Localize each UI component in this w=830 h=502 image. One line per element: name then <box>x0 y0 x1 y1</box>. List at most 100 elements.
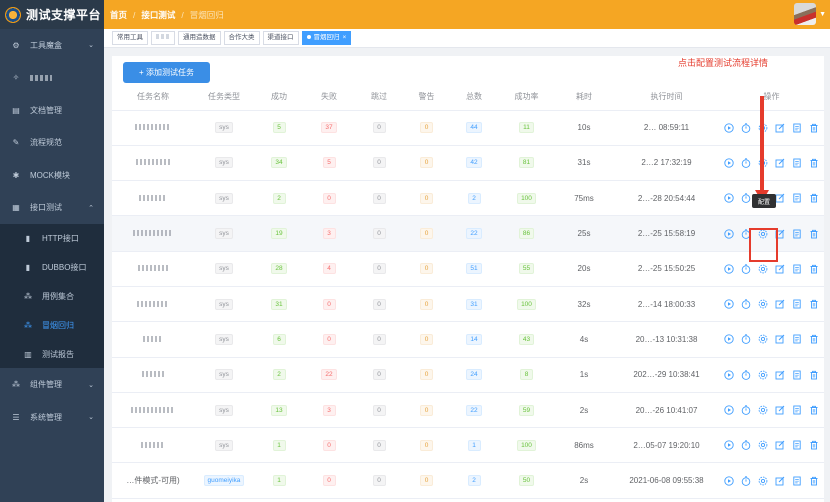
report-icon[interactable] <box>792 263 803 274</box>
breadcrumb-api-test[interactable]: 接口测试 <box>141 9 175 21</box>
table-row: sys 6 0 0 0 14 43 4s 20…-13 10:31:38 <box>112 321 824 358</box>
delete-icon[interactable] <box>809 334 820 345</box>
sidebar-item-mock[interactable]: ✱ MOCK模块 <box>0 159 104 192</box>
play-icon[interactable] <box>724 263 735 274</box>
delete-icon[interactable] <box>809 369 820 380</box>
breadcrumb-home[interactable]: 首页 <box>110 9 127 21</box>
play-icon[interactable] <box>724 193 735 204</box>
delete-icon[interactable] <box>809 263 820 274</box>
report-icon[interactable] <box>792 440 803 451</box>
fail-badge: 22 <box>321 369 337 381</box>
delete-icon[interactable] <box>809 122 820 133</box>
tag-redacted[interactable] <box>151 31 175 45</box>
caret-down-icon[interactable]: ▼ <box>819 11 826 18</box>
rate-cell: 11 <box>499 110 554 146</box>
play-icon[interactable] <box>724 228 735 239</box>
timer-icon[interactable] <box>741 122 752 133</box>
edit-icon[interactable] <box>775 405 786 416</box>
timer-icon[interactable] <box>741 475 752 486</box>
edit-icon[interactable] <box>775 369 786 380</box>
sidebar-item-process[interactable]: ✎ 流程规范 <box>0 127 104 160</box>
sidebar-item-smoke-regression[interactable]: ⁂ 冒烟回归 <box>0 311 104 340</box>
settings-icon[interactable] <box>758 334 769 345</box>
timer-icon[interactable] <box>741 440 752 451</box>
delete-icon[interactable] <box>809 475 820 486</box>
edit-icon[interactable] <box>775 193 786 204</box>
add-task-button[interactable]: + 添加测试任务 <box>123 62 210 83</box>
edit-icon[interactable] <box>775 157 786 168</box>
report-icon[interactable] <box>792 228 803 239</box>
sidebar-item-case-set[interactable]: ⁂ 用例集合 <box>0 282 104 311</box>
chevron-up-icon: ⌃ <box>88 204 94 212</box>
edit-icon[interactable] <box>775 440 786 451</box>
sidebar-item-system[interactable]: ☰ 系统管理 ⌄ <box>0 401 104 434</box>
tag-partner[interactable]: 合作大类 <box>223 31 260 45</box>
settings-icon[interactable] <box>758 263 769 274</box>
timer-icon[interactable] <box>741 193 752 204</box>
timer-icon[interactable] <box>741 405 752 416</box>
tree-icon: ⁂ <box>24 320 32 330</box>
skip-badge: 0 <box>372 439 386 451</box>
close-icon[interactable]: × <box>343 34 347 41</box>
delete-icon[interactable] <box>809 299 820 310</box>
success-cell: 2 <box>254 357 304 393</box>
sidebar-item-http[interactable]: ▮ HTTP接口 <box>0 224 104 253</box>
play-icon[interactable] <box>724 299 735 310</box>
col-name: 任务名称 <box>112 83 194 111</box>
brand[interactable]: 测试支撑平台 <box>0 0 104 29</box>
play-icon[interactable] <box>724 405 735 416</box>
sidebar-item-dubbo[interactable]: ▮ DUBBO接口 <box>0 253 104 282</box>
tag-channel-api[interactable]: 渠道接口 <box>262 31 299 45</box>
sidebar-item-toolbox[interactable]: ⚙ 工具魔盒 ⌄ <box>0 29 104 62</box>
report-icon[interactable] <box>792 369 803 380</box>
task-name <box>112 286 194 323</box>
user-menu[interactable]: ▼ <box>794 3 826 25</box>
fail-cell: 0 <box>304 321 354 358</box>
edit-icon[interactable] <box>775 334 786 345</box>
report-icon[interactable] <box>792 122 803 133</box>
edit-icon[interactable] <box>775 299 786 310</box>
timer-icon[interactable] <box>741 263 752 274</box>
sidebar-item-redacted[interactable]: ✧ <box>0 62 104 95</box>
delete-icon[interactable] <box>809 228 820 239</box>
report-icon[interactable] <box>792 405 803 416</box>
sidebar-item-label: 冒烟回归 <box>42 320 74 330</box>
report-icon[interactable] <box>792 475 803 486</box>
report-icon[interactable] <box>792 193 803 204</box>
sidebar-item-components[interactable]: ⁂ 组件管理 ⌄ <box>0 368 104 401</box>
timer-icon[interactable] <box>741 299 752 310</box>
delete-icon[interactable] <box>809 440 820 451</box>
delete-icon[interactable] <box>809 193 820 204</box>
settings-icon[interactable] <box>758 369 769 380</box>
play-icon[interactable] <box>724 440 735 451</box>
edit-icon[interactable] <box>775 475 786 486</box>
play-icon[interactable] <box>724 334 735 345</box>
tag-data-gen[interactable]: 通用造数据 <box>178 31 221 45</box>
tag-smoke-regression[interactable]: 冒烟回归 × <box>301 31 352 45</box>
timer-icon[interactable] <box>741 334 752 345</box>
timer-icon[interactable] <box>741 369 752 380</box>
delete-icon[interactable] <box>809 405 820 416</box>
settings-icon[interactable] <box>758 440 769 451</box>
play-icon[interactable] <box>724 475 735 486</box>
report-icon[interactable] <box>792 334 803 345</box>
sidebar-item-test-report[interactable]: ▥ 测试报告 <box>0 340 104 369</box>
play-icon[interactable] <box>724 369 735 380</box>
report-icon[interactable] <box>792 299 803 310</box>
delete-icon[interactable] <box>809 157 820 168</box>
edit-icon[interactable] <box>775 122 786 133</box>
total-badge: 22 <box>466 228 482 240</box>
tag-tools[interactable]: 常用工具 <box>112 31 148 45</box>
play-icon[interactable] <box>724 157 735 168</box>
sidebar-item-docs[interactable]: ▤ 文档管理 <box>0 94 104 127</box>
timer-icon[interactable] <box>741 157 752 168</box>
task-name <box>112 251 194 287</box>
settings-icon[interactable] <box>758 405 769 416</box>
report-icon[interactable] <box>792 157 803 168</box>
avatar[interactable] <box>794 3 817 25</box>
edit-icon[interactable] <box>775 263 786 274</box>
sidebar-item-api-test[interactable]: ▦ 接口测试 ⌃ <box>0 192 104 225</box>
play-icon[interactable] <box>724 122 735 133</box>
settings-icon[interactable] <box>758 299 769 310</box>
settings-icon[interactable] <box>758 475 769 486</box>
